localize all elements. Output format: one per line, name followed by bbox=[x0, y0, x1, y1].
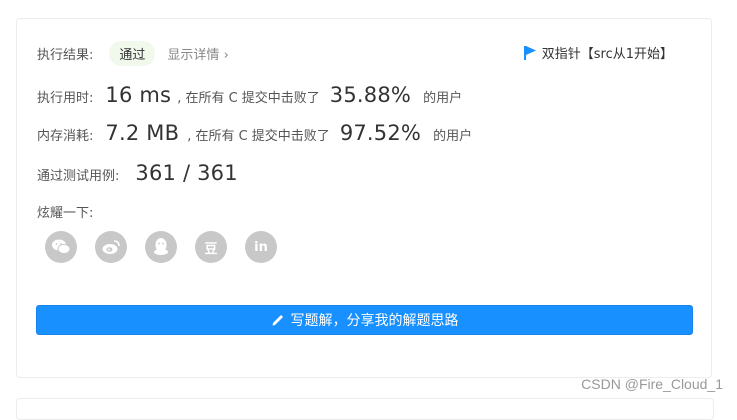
testcases-row: 通过测试用例: 361 / 361 bbox=[37, 161, 238, 185]
share-buttons: 豆 in bbox=[45, 231, 277, 263]
memory-label: 内存消耗: bbox=[37, 129, 94, 144]
memory-suffix: 的用户 bbox=[433, 129, 473, 144]
write-solution-label: 写题解，分享我的解题思路 bbox=[290, 313, 459, 329]
runtime-mid-text: , 在所有 C 提交中击败了 bbox=[177, 91, 320, 106]
status-badge: 通过 bbox=[109, 41, 156, 66]
show-details-label: 显示详情 bbox=[167, 48, 220, 63]
result-label: 执行结果: bbox=[37, 48, 94, 63]
flag-icon bbox=[523, 45, 536, 60]
weibo-icon[interactable] bbox=[95, 231, 127, 263]
pencil-icon bbox=[272, 315, 283, 326]
testcases-label: 通过测试用例: bbox=[37, 169, 120, 184]
runtime-label: 执行用时: bbox=[37, 91, 94, 106]
wechat-icon[interactable] bbox=[45, 231, 77, 263]
write-solution-button[interactable]: 写题解，分享我的解题思路 bbox=[36, 305, 693, 335]
linkedin-glyph: in bbox=[254, 239, 268, 255]
result-row: 执行结果: 通过 显示详情 › bbox=[37, 41, 229, 66]
memory-percent: 97.52% bbox=[339, 121, 422, 145]
submission-result-card: 执行结果: 通过 显示详情 › 双指针【src从1开始】 执行用时: 16 ms… bbox=[16, 18, 712, 378]
douban-icon[interactable]: 豆 bbox=[195, 231, 227, 263]
runtime-value: 16 ms bbox=[105, 83, 172, 107]
memory-row: 内存消耗: 7.2 MB , 在所有 C 提交中击败了 97.52% 的用户 bbox=[37, 121, 472, 145]
linkedin-icon[interactable]: in bbox=[245, 231, 277, 263]
show-details-link[interactable]: 显示详情 › bbox=[167, 44, 228, 63]
qq-icon[interactable] bbox=[145, 231, 177, 263]
runtime-percent: 35.88% bbox=[329, 83, 412, 107]
solution-tag-link[interactable]: 双指针【src从1开始】 bbox=[523, 43, 673, 62]
memory-mid-text: , 在所有 C 提交中击败了 bbox=[187, 129, 330, 144]
share-label: 炫耀一下: bbox=[37, 206, 94, 221]
runtime-suffix: 的用户 bbox=[423, 91, 463, 106]
solution-tag-label: 双指针【src从1开始】 bbox=[541, 47, 673, 62]
runtime-row: 执行用时: 16 ms , 在所有 C 提交中击败了 35.88% 的用户 bbox=[37, 83, 462, 107]
watermark: CSDN @Fire_Cloud_1 bbox=[581, 376, 723, 392]
douban-glyph: 豆 bbox=[204, 241, 218, 257]
testcases-value: 361 / 361 bbox=[135, 161, 238, 185]
chevron-right-icon: › bbox=[223, 48, 229, 63]
memory-value: 7.2 MB bbox=[105, 121, 180, 145]
next-card bbox=[16, 398, 714, 420]
share-label-row: 炫耀一下: bbox=[37, 202, 93, 221]
